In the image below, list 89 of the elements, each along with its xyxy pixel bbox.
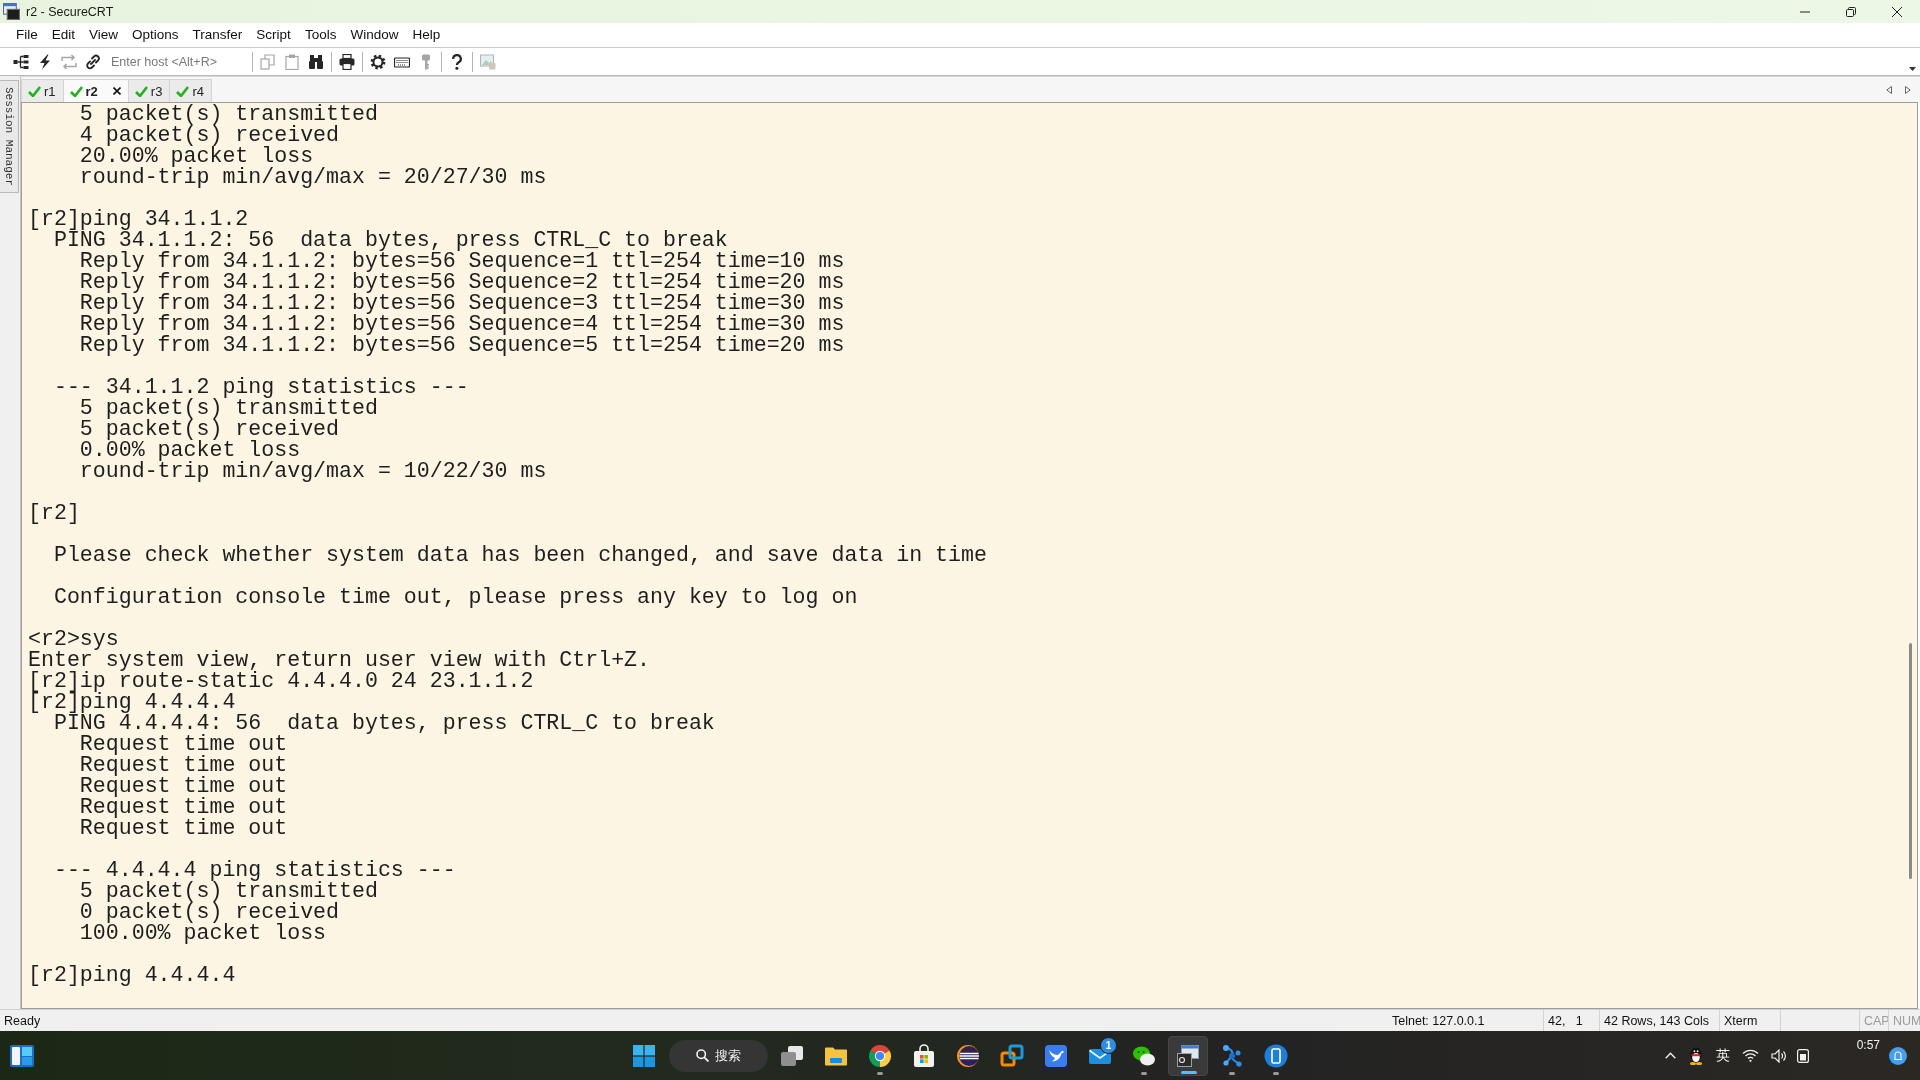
terminal-line: round-trip min/avg/max = 10/22/30 ms [79, 461, 547, 482]
terminal-line: Reply from 34.1.1.2: bytes=56 Sequence=5 ttl=254 time=20 ms [79, 335, 845, 356]
terminal-line: 4 packet(s) received [79, 125, 339, 146]
terminal-line: Request time out [79, 818, 288, 839]
session-tab[interactable]: r2 [62, 79, 129, 102]
terminal-line: 0 packet(s) received [79, 902, 339, 923]
terminal-line: Request time out [79, 797, 288, 818]
clock-time[interactable]: 0:57 [1856, 1031, 1880, 1052]
menu-item[interactable]: Options [125, 26, 186, 44]
terminal-line: 20.00% packet loss [79, 146, 314, 167]
menu-item[interactable]: Tools [297, 26, 344, 44]
menu-item[interactable]: Window [343, 26, 406, 44]
terminal-line: [r2] [28, 503, 80, 524]
chevron-up-icon[interactable] [1664, 1052, 1676, 1059]
penguin-icon[interactable] [1688, 1046, 1703, 1065]
terminal-line: --- 34.1.1.2 ping statistics --- [53, 377, 469, 398]
terminal-line: 5 packet(s) transmitted [79, 398, 378, 419]
terminal-line: Enter system view, return user view with Ctrl+Z. [28, 650, 650, 671]
striped-circle-icon [956, 1043, 980, 1068]
right-arrow-icon[interactable] [1905, 85, 1911, 94]
terminal-line: PING 4.4.4.4: 56 data bytes, press CTRL_C to break [53, 713, 715, 734]
printer-icon[interactable] [339, 53, 355, 70]
terminal-line: 5 packet(s) received [79, 419, 339, 440]
speaker-icon[interactable] [1770, 1048, 1786, 1063]
binoculars-icon[interactable] [308, 53, 324, 70]
notification-icon[interactable] [1889, 1046, 1907, 1065]
shopping-bag-icon [912, 1043, 936, 1068]
terminal-line: Configuration console time out, please press any key to log on [53, 587, 858, 608]
panel-icon[interactable] [10, 1044, 34, 1067]
input-mode-indicator[interactable]: 英 [1715, 1046, 1730, 1065]
network-nodes-icon [1220, 1043, 1244, 1068]
status-message: Ready [3, 1013, 42, 1028]
terminal-line: [r2]ping 4.4.4.4 [28, 692, 236, 713]
overlapping-squares-icon [1000, 1043, 1024, 1068]
terminal-line: Request time out [79, 755, 288, 776]
session-tab[interactable]: r3 [127, 79, 171, 102]
terminal-line: Please check whether system data has been changed, and save data in time [53, 545, 987, 566]
stacked-squares-icon [780, 1043, 804, 1068]
taskbar-button[interactable] [1168, 1035, 1208, 1076]
terminal-line: round-trip min/avg/max = 20/27/30 ms [79, 167, 547, 188]
terminal-line: [r2]ping 4.4.4.4 [28, 965, 236, 986]
wifi-icon[interactable] [1741, 1049, 1759, 1062]
restore-icon [1846, 6, 1856, 17]
close-icon [1892, 6, 1902, 17]
tricolor-circle-icon [868, 1043, 892, 1068]
menu-item[interactable]: Transfer [185, 26, 250, 44]
session-tab[interactable]: r1 [21, 79, 64, 102]
status-pane: Telnet: 127.0.0.1 [1391, 1012, 1486, 1030]
tree-icon[interactable] [13, 53, 29, 70]
dropdown-caret-icon[interactable] [1909, 66, 1916, 71]
terminal-line: Request time out [79, 734, 288, 755]
left-arrow-icon[interactable] [1886, 85, 1892, 94]
terminal-line: Request time out [79, 776, 288, 797]
window-title: r2 - SecureCRT [26, 4, 114, 19]
menu-item[interactable]: View [82, 26, 126, 44]
terminal-line: --- 4.4.4.4 ping statistics --- [53, 860, 456, 881]
help-icon[interactable] [449, 53, 465, 70]
host-field[interactable]: Enter host <Alt+R> [107, 51, 249, 72]
window-stack-icon [1176, 1043, 1200, 1068]
bird-icon [1044, 1043, 1068, 1068]
terminal-line: Reply from 34.1.1.2: bytes=56 Sequence=2 ttl=254 time=20 ms [79, 272, 845, 293]
menu-item[interactable]: Help [405, 26, 448, 44]
terminal-line: Reply from 34.1.1.2: bytes=56 Sequence=1 ttl=254 time=10 ms [79, 251, 845, 272]
menu-item[interactable]: Script [249, 26, 298, 44]
search-button[interactable]: 搜索 [669, 1039, 768, 1072]
terminal-line: 5 packet(s) transmitted [79, 881, 378, 902]
terminal-line: <r2>sys [28, 629, 119, 650]
notification-badge: 1 [1100, 1036, 1117, 1054]
battery-icon[interactable] [1796, 1048, 1809, 1063]
terminal-line: 100.00% packet loss [79, 923, 327, 944]
terminal-line: [r2]ip route-static 4.4.4.0 24 23.1.1.2 [28, 671, 534, 692]
terminal-line: 5 packet(s) transmitted [79, 104, 378, 125]
app-window-icon [3, 3, 20, 20]
terminal-line: [r2]ping 34.1.1.2 [28, 209, 249, 230]
scrollbar-thumb[interactable] [1908, 643, 1912, 879]
phone-icon [1264, 1043, 1288, 1068]
terminal-line: Reply from 34.1.1.2: bytes=56 Sequence=4 ttl=254 time=30 ms [79, 314, 845, 335]
start-icon[interactable] [633, 1044, 655, 1067]
terminal-line: PING 34.1.1.2: 56 data bytes, press CTRL_C to break [53, 230, 728, 251]
session-tab[interactable]: r4 [169, 79, 212, 102]
chain-link-icon[interactable] [85, 53, 101, 70]
menu-item[interactable]: Edit [44, 26, 83, 44]
search-icon [696, 1049, 709, 1062]
terminal-line: 0.00% packet loss [79, 440, 301, 461]
gear-icon[interactable] [370, 53, 386, 70]
terminal-line: Reply from 34.1.1.2: bytes=56 Sequence=3 ttl=254 time=30 ms [79, 293, 845, 314]
menu-item[interactable]: File [9, 26, 45, 44]
session-manager-tab[interactable]: Session Manager [0, 80, 19, 194]
close-icon[interactable] [112, 87, 121, 95]
